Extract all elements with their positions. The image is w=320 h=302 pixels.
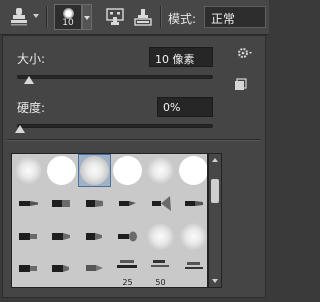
brush-tip-bristle[interactable] bbox=[45, 253, 78, 286]
brush-preset-picker[interactable]: 10 bbox=[54, 4, 82, 30]
clone-stamp-tool-icon[interactable] bbox=[7, 6, 31, 28]
bristle-brush-icon bbox=[119, 201, 136, 206]
soft-round-brush-icon bbox=[14, 156, 43, 185]
soft-round-brush-icon bbox=[146, 156, 175, 185]
brush-tip-fan[interactable] bbox=[144, 187, 177, 220]
bristle-brush-icon bbox=[19, 265, 37, 272]
sampled-brush-icon bbox=[185, 262, 203, 269]
bristle-brush-icon bbox=[19, 201, 38, 206]
brush-size-readout: 10 bbox=[62, 18, 74, 28]
hard-round-brush-icon bbox=[179, 156, 207, 185]
brush-tip-bristle[interactable] bbox=[45, 187, 78, 220]
tool-preset-dropdown-arrow-icon[interactable] bbox=[33, 14, 39, 18]
soft-round-brush-icon bbox=[80, 156, 109, 185]
scrollbar-thumb[interactable] bbox=[211, 179, 219, 203]
bristle-brush-icon bbox=[52, 200, 70, 207]
new-preset-icon[interactable] bbox=[234, 76, 247, 90]
brush-tip-sampled[interactable]: 50 bbox=[144, 253, 177, 287]
hardness-field[interactable]: 0% bbox=[157, 97, 213, 117]
soft-round-brush-icon bbox=[146, 222, 175, 251]
size-slider-thumb[interactable] bbox=[23, 76, 34, 84]
bristle-brush-icon bbox=[185, 201, 203, 206]
brush-tip-round-soft[interactable] bbox=[12, 154, 45, 187]
hardness-slider-track[interactable] bbox=[17, 124, 213, 128]
brush-size-caption: 25 bbox=[122, 278, 133, 287]
brush-tip-bristle[interactable] bbox=[45, 220, 78, 253]
brush-size-caption: 50 bbox=[155, 278, 166, 287]
gear-icon[interactable] bbox=[237, 45, 253, 59]
brush-tip-round-hard[interactable] bbox=[111, 154, 144, 187]
options-bar: 10 模式: 正常 bbox=[0, 0, 269, 35]
bristle-brush-icon bbox=[86, 200, 103, 207]
bristle-brush-icon bbox=[52, 265, 69, 272]
brush-tip-round-hard[interactable] bbox=[177, 154, 207, 187]
brush-tip-airbrush[interactable] bbox=[111, 220, 144, 253]
brush-tips-grid: 25 50 bbox=[11, 153, 208, 288]
blend-mode-select[interactable]: 正常 bbox=[204, 6, 266, 28]
brush-panel-toggle-icon[interactable] bbox=[105, 7, 125, 27]
brush-tip-round-soft-selected[interactable] bbox=[78, 154, 111, 187]
hardness-label: 硬度: bbox=[17, 101, 46, 115]
hard-round-brush-icon bbox=[113, 156, 142, 185]
brush-preset-dropdown-arrow-icon[interactable] bbox=[82, 4, 92, 30]
brush-tip-bristle[interactable] bbox=[12, 253, 45, 286]
bristle-brush-icon bbox=[52, 233, 70, 240]
divider bbox=[7, 139, 261, 141]
toolbar-separator bbox=[160, 6, 162, 28]
bristle-brush-icon bbox=[19, 233, 37, 240]
brush-tip-bristle[interactable] bbox=[78, 253, 111, 286]
brush-tip-round-soft[interactable] bbox=[144, 220, 177, 253]
brush-tip-sampled[interactable]: 25 bbox=[111, 253, 144, 287]
scroll-down-arrow-icon[interactable] bbox=[212, 279, 218, 283]
hard-round-brush-icon bbox=[47, 156, 76, 185]
clone-source-panel-icon[interactable] bbox=[133, 7, 153, 27]
brush-tip-round-soft[interactable] bbox=[144, 154, 177, 187]
scroll-up-arrow-icon[interactable] bbox=[212, 158, 218, 162]
brush-tip-round-hard[interactable] bbox=[45, 154, 78, 187]
brush-tip-round-soft[interactable] bbox=[177, 220, 207, 253]
soft-round-brush-icon bbox=[179, 222, 207, 251]
size-slider-track[interactable] bbox=[17, 75, 213, 79]
brush-tip-bristle[interactable] bbox=[78, 220, 111, 253]
brush-tip-bristle[interactable] bbox=[111, 187, 144, 220]
brush-tip-sampled[interactable] bbox=[177, 253, 207, 286]
fan-brush-icon bbox=[152, 196, 171, 211]
hardness-slider-thumb[interactable] bbox=[15, 125, 25, 133]
brush-tip-bristle[interactable] bbox=[177, 187, 207, 220]
brush-preset-panel: 大小: 10 像素 硬度: 0% 25 50 bbox=[2, 35, 266, 298]
size-field[interactable]: 10 像素 bbox=[149, 47, 213, 67]
brush-tip-bristle[interactable] bbox=[78, 187, 111, 220]
mode-label: 模式: bbox=[168, 12, 197, 26]
airbrush-icon bbox=[118, 231, 137, 242]
toolbar-separator bbox=[46, 6, 48, 28]
size-label: 大小: bbox=[17, 52, 46, 66]
brush-tip-bristle[interactable] bbox=[12, 220, 45, 253]
bristle-brush-icon bbox=[86, 265, 103, 271]
bristle-brush-icon bbox=[86, 233, 102, 240]
brush-tip-bristle[interactable] bbox=[12, 187, 45, 220]
brush-grid-scrollbar[interactable] bbox=[208, 153, 222, 288]
